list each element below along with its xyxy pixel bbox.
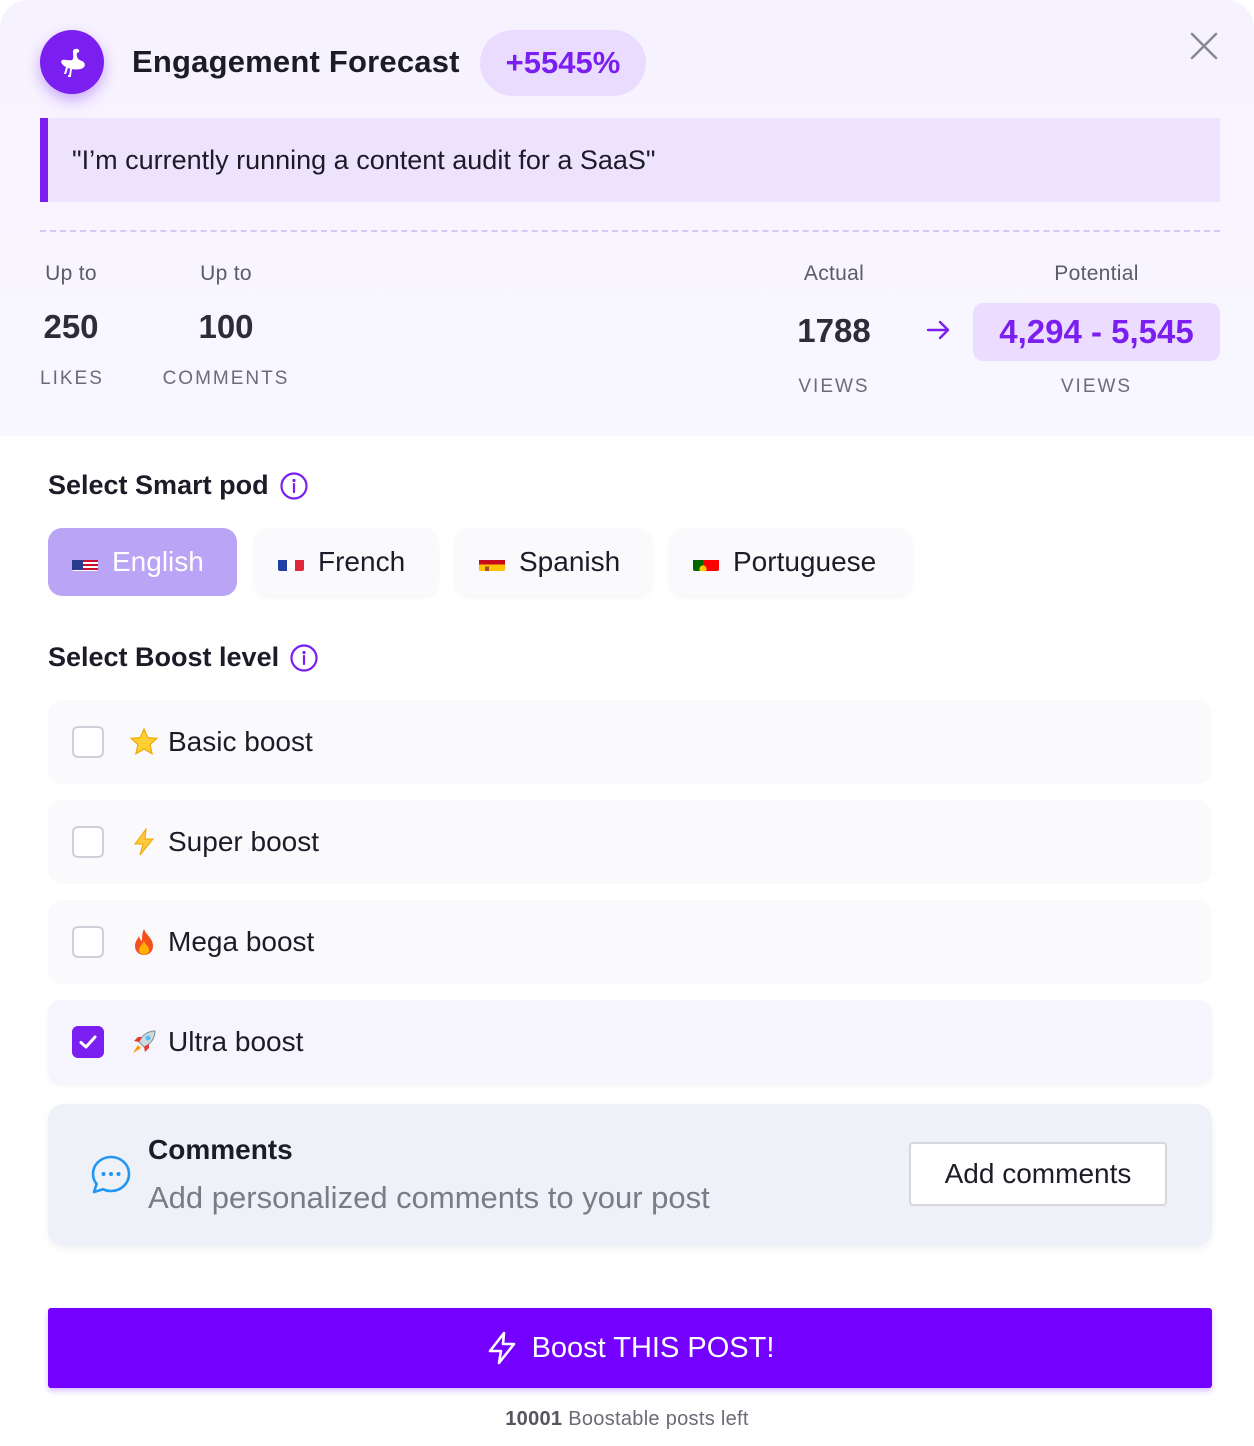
potential-unit: VIEWS [1060,376,1133,397]
boost-checkbox[interactable] [72,726,104,758]
boost-post-label: Boost THIS POST! [531,1331,775,1364]
boost-option-label: Basic boost [168,726,313,757]
comments-caption: Up to [200,262,252,285]
potential-value: 4,294 - 5,545 [973,303,1220,361]
comments-value: 100 [198,308,254,345]
boost-post-button[interactable]: Boost THIS POST! [48,1308,1212,1388]
star-icon [128,726,160,758]
likes-stat: Up to 250 LIKES [40,262,102,390]
info-icon[interactable] [279,471,309,501]
potential-caption: Potential [1054,262,1139,285]
pod-option-label: French [318,546,406,577]
actual-value: 1788 [797,312,871,349]
boost-level-heading: Select Boost level [48,642,319,673]
rocket-icon [128,1026,160,1058]
ostrich-icon [40,30,104,94]
pod-option-label: Spanish [519,546,621,577]
forecast-header: Engagement Forecast +5545% "I’m currentl… [0,0,1254,436]
arrow-right-icon [924,316,952,344]
es-flag-icon [479,553,505,571]
engagement-forecast-modal: Engagement Forecast +5545% "I’m currentl… [0,0,1254,1446]
potential-unit-wrap: VIEWS [973,376,1220,398]
posts-left-text: Boostable posts left [568,1408,749,1430]
pod-option-spanish[interactable]: Spanish [455,528,652,596]
us-flag-icon [72,553,98,571]
comments-title: Comments [148,1134,293,1165]
actual-views-stat: Actual 1788 VIEWS [784,262,884,398]
post-quote: "I’m currently running a content audit f… [40,118,1220,202]
boost-checkbox[interactable] [72,926,104,958]
boost-option-ultra[interactable]: Ultra boost [48,1000,1212,1084]
page-title: Engagement Forecast [132,44,460,79]
pod-option-label: English [112,546,204,577]
boost-checkbox[interactable] [72,826,104,858]
boost-option-basic[interactable]: Basic boost [48,700,1212,784]
pod-option-english[interactable]: English [48,528,237,596]
smart-pod-heading: Select Smart pod [48,470,309,501]
boost-checkbox-checked[interactable] [72,1026,104,1058]
pod-option-french[interactable]: French [254,528,438,596]
growth-badge: +5545% [480,30,646,96]
potential-views-stat: Potential [973,262,1220,286]
lightning-icon [128,826,160,858]
comments-unit: COMMENTS [162,368,290,389]
posts-left-count: 10001 [505,1408,563,1430]
boost-option-mega[interactable]: Mega boost [48,900,1212,984]
boost-option-super[interactable]: Super boost [48,800,1212,884]
info-icon[interactable] [289,643,319,673]
comments-card: Comments Add personalized comments to yo… [48,1104,1212,1246]
comments-subtitle: Add personalized comments to your post [148,1180,710,1215]
posts-left-note: 10001 Boostable posts left [0,1408,1254,1431]
likes-caption: Up to [45,262,97,285]
likes-unit: LIKES [40,368,104,389]
dashed-divider [40,230,1220,232]
close-icon[interactable] [1186,28,1222,64]
fire-icon [128,926,160,958]
boost-option-label: Mega boost [168,926,315,957]
pod-option-portuguese[interactable]: Portuguese [669,528,912,596]
likes-value: 250 [43,308,99,345]
actual-caption: Actual [803,262,865,285]
boost-level-title: Select Boost level [48,642,280,672]
pt-flag-icon [693,553,719,571]
smart-pod-title: Select Smart pod [48,470,269,500]
actual-unit: VIEWS [798,376,870,397]
fr-flag-icon [278,553,304,571]
comments-stat: Up to 100 COMMENTS [162,262,290,390]
boost-option-label: Ultra boost [168,1026,304,1057]
boost-option-label: Super boost [168,826,319,857]
add-comments-button[interactable]: Add comments [909,1142,1167,1206]
pod-option-label: Portuguese [733,546,877,577]
lightning-outline-icon [486,1331,518,1365]
chat-bubble-icon [90,1154,132,1196]
